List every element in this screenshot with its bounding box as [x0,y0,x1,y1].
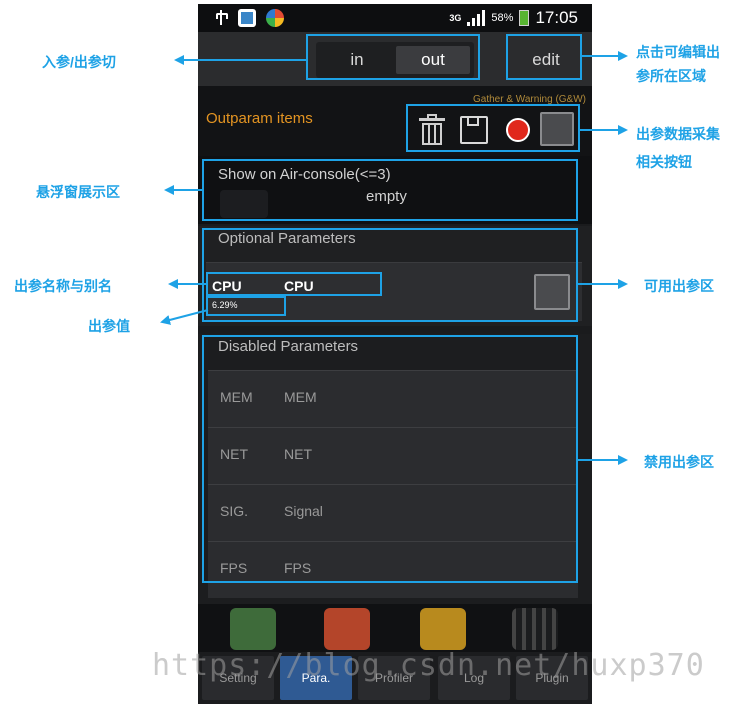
annotation-arrows [160,51,628,465]
annotation-disabled: 禁用出参区 [644,454,714,470]
annotation-edit-line1: 点击可编辑出 [636,44,720,60]
watermark: https://blog.csdn.net/huxp370 [152,648,705,683]
annotation-collect-line2: 相关按钮 [636,154,692,170]
screenshot-stage: 3G 58% 17:05 in out edit Gather & Warnin… [0,0,754,710]
annotation-name-alias: 出参名称与别名 [14,278,112,294]
annotation-in-out: 入参/出参切 [42,54,116,70]
annotation-value: 出参值 [88,318,130,334]
annotation-collect-line1: 出参数据采集 [636,126,720,142]
annotation-available: 可用出参区 [644,278,714,294]
annotation-floating-window: 悬浮窗展示区 [36,184,120,200]
arrow-value [160,309,209,325]
annotation-edit-line2: 参所在区域 [636,68,706,84]
